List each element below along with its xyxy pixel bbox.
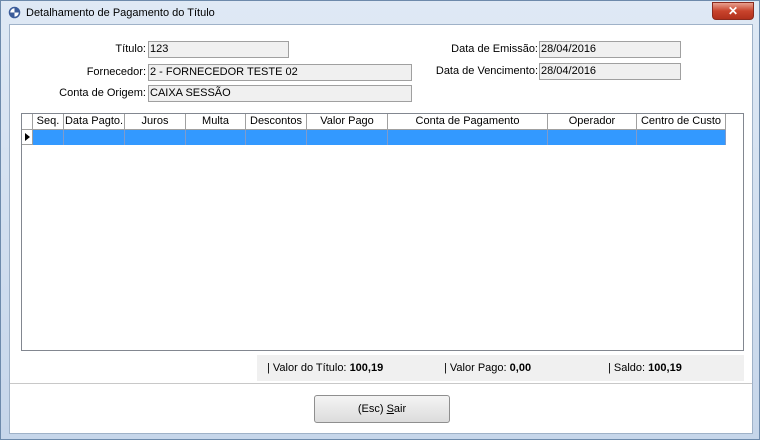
totals-summary: | Valor do Título: 100,19 | Valor Pago: … xyxy=(257,355,744,381)
valor-pago-value: 0,00 xyxy=(509,362,532,374)
sair-label-accelerator: S xyxy=(386,403,394,415)
saldo-value: 100,19 xyxy=(648,362,682,374)
grid-cell-juros[interactable] xyxy=(125,130,186,145)
grid-cell-descontos[interactable] xyxy=(246,130,307,145)
grid-cell-centro-custo[interactable] xyxy=(637,130,726,145)
grid-header-operador[interactable]: Operador xyxy=(548,114,637,130)
grid-header-multa[interactable]: Multa xyxy=(186,114,246,130)
valor-pago-label: | Valor Pago: xyxy=(444,362,507,374)
window-title: Detalhamento de Pagamento do Título xyxy=(26,7,215,19)
dialog-client-area: Título: 123 Fornecedor: 2 - FORNECEDOR T… xyxy=(9,24,753,434)
sair-label-rest: air xyxy=(393,403,407,415)
valor-titulo-label: | Valor do Título: xyxy=(267,362,347,374)
title-bar[interactable]: Detalhamento de Pagamento do Título ✕ xyxy=(1,1,759,24)
fornecedor-field[interactable]: 2 - FORNECEDOR TESTE 02 xyxy=(148,64,412,81)
grid-header-juros[interactable]: Juros xyxy=(125,114,186,130)
conta-origem-label: Conta de Origem: xyxy=(59,87,146,99)
grid-cell-valor-pago[interactable] xyxy=(307,130,388,145)
data-emissao-field[interactable]: 28/04/2016 xyxy=(539,41,681,58)
sair-label-prefix: (Esc) xyxy=(357,403,387,415)
fornecedor-label: Fornecedor: xyxy=(86,66,146,78)
grid-cell-conta-pagamento[interactable] xyxy=(388,130,548,145)
valor-titulo-summary: | Valor do Título: 100,19 xyxy=(267,362,383,374)
data-vencimento-field[interactable]: 28/04/2016 xyxy=(539,63,681,80)
grid-cell-operador[interactable] xyxy=(548,130,637,145)
grid-row-selected[interactable] xyxy=(22,130,726,145)
saldo-label: | Saldo: xyxy=(608,362,646,374)
sair-button[interactable]: (Esc) Sair xyxy=(314,395,450,423)
grid-header-descontos[interactable]: Descontos xyxy=(246,114,307,130)
separator-line xyxy=(10,383,752,384)
grid-row-indicator xyxy=(22,130,33,145)
grid-cell-seq[interactable] xyxy=(33,130,64,145)
grid-header-data-pagto[interactable]: Data Pagto. xyxy=(64,114,125,130)
grid-cell-data-pagto[interactable] xyxy=(64,130,125,145)
grid-header-indicator xyxy=(22,114,33,130)
grid-header-valor-pago[interactable]: Valor Pago xyxy=(307,114,388,130)
app-icon xyxy=(8,6,21,19)
valor-titulo-value: 100,19 xyxy=(349,362,384,374)
row-indicator-arrow-icon xyxy=(25,133,30,141)
dialog-window: Detalhamento de Pagamento do Título ✕ Tí… xyxy=(0,0,760,440)
valor-pago-summary: | Valor Pago: 0,00 xyxy=(444,362,531,374)
saldo-summary: | Saldo: 100,19 xyxy=(608,362,682,374)
grid-cell-multa[interactable] xyxy=(186,130,246,145)
conta-origem-field[interactable]: CAIXA SESSÃO xyxy=(148,85,412,102)
grid-header-row: Seq. Data Pagto. Juros Multa Descontos V… xyxy=(22,114,726,130)
close-button[interactable]: ✕ xyxy=(712,2,754,20)
data-vencimento-label: Data de Vencimento: xyxy=(435,65,538,77)
titulo-label: Título: xyxy=(115,43,146,55)
grid-header-centro-custo[interactable]: Centro de Custo xyxy=(637,114,726,130)
data-emissao-label: Data de Emissão: xyxy=(451,43,538,55)
close-icon: ✕ xyxy=(727,4,739,18)
titulo-field[interactable]: 123 xyxy=(148,41,289,58)
payments-grid[interactable]: Seq. Data Pagto. Juros Multa Descontos V… xyxy=(21,113,744,351)
grid-header-conta-pagamento[interactable]: Conta de Pagamento xyxy=(388,114,548,130)
grid-header-seq[interactable]: Seq. xyxy=(33,114,64,130)
